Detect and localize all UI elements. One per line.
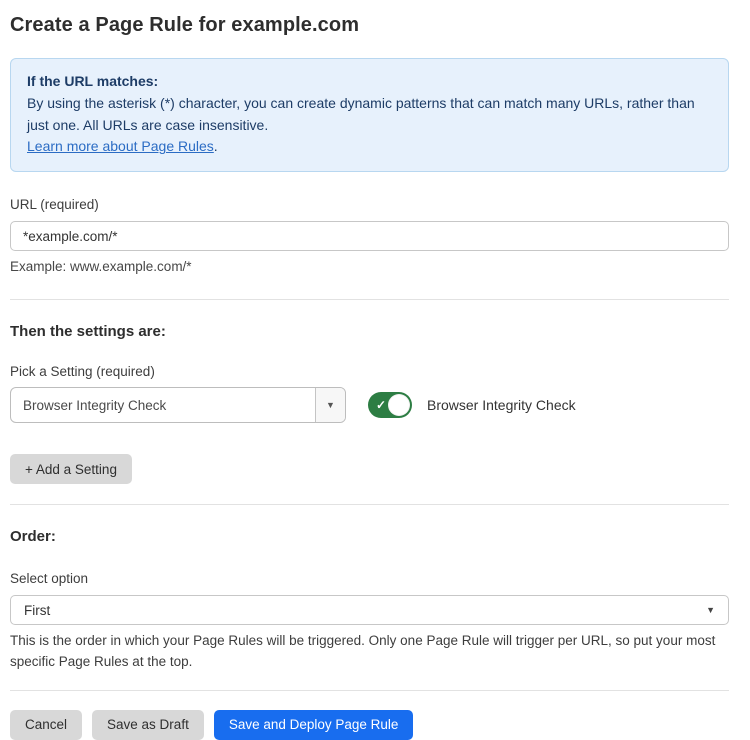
order-select-label: Select option — [10, 571, 729, 586]
order-select[interactable]: First ▼ — [10, 595, 729, 625]
info-box-link-line: Learn more about Page Rules. — [27, 136, 712, 158]
chevron-down-icon: ▼ — [326, 400, 335, 410]
browser-integrity-toggle[interactable]: ✓ — [368, 392, 412, 418]
info-box-heading: If the URL matches: — [27, 71, 712, 93]
footer-buttons: Cancel Save as Draft Save and Deploy Pag… — [10, 710, 729, 740]
setting-row: Browser Integrity Check ▼ ✓ Browser Inte… — [10, 387, 729, 423]
toggle-knob — [388, 394, 410, 416]
save-and-deploy-button[interactable]: Save and Deploy Page Rule — [214, 710, 414, 740]
order-section-heading: Order: — [10, 528, 729, 545]
setting-toggle-group: ✓ Browser Integrity Check — [368, 392, 576, 418]
create-page-rule-form: Create a Page Rule for example.com If th… — [0, 14, 750, 740]
setting-picker-label: Pick a Setting (required) — [10, 364, 729, 379]
info-box-body: By using the asterisk (*) character, you… — [27, 93, 712, 137]
add-setting-button[interactable]: + Add a Setting — [10, 454, 132, 484]
chevron-down-icon: ▼ — [706, 605, 715, 615]
url-field-label: URL (required) — [10, 197, 729, 212]
url-example-text: Example: www.example.com/* — [10, 259, 729, 274]
order-select-value: First — [24, 603, 50, 618]
divider — [10, 690, 729, 691]
link-suffix: . — [214, 138, 218, 154]
setting-select-arrow-button[interactable]: ▼ — [315, 388, 345, 422]
setting-select-value: Browser Integrity Check — [11, 388, 315, 422]
settings-section-heading: Then the settings are: — [10, 323, 729, 340]
page-title: Create a Page Rule for example.com — [10, 14, 729, 37]
toggle-label: Browser Integrity Check — [427, 397, 576, 413]
divider — [10, 504, 729, 505]
order-help-text: This is the order in which your Page Rul… — [10, 631, 729, 672]
save-as-draft-button[interactable]: Save as Draft — [92, 710, 204, 740]
divider — [10, 299, 729, 300]
setting-select[interactable]: Browser Integrity Check ▼ — [10, 387, 346, 423]
check-icon: ✓ — [376, 399, 386, 411]
url-match-info-box: If the URL matches: By using the asteris… — [10, 58, 729, 172]
learn-more-link[interactable]: Learn more about Page Rules — [27, 138, 214, 154]
cancel-button[interactable]: Cancel — [10, 710, 82, 740]
url-input[interactable] — [10, 221, 729, 251]
